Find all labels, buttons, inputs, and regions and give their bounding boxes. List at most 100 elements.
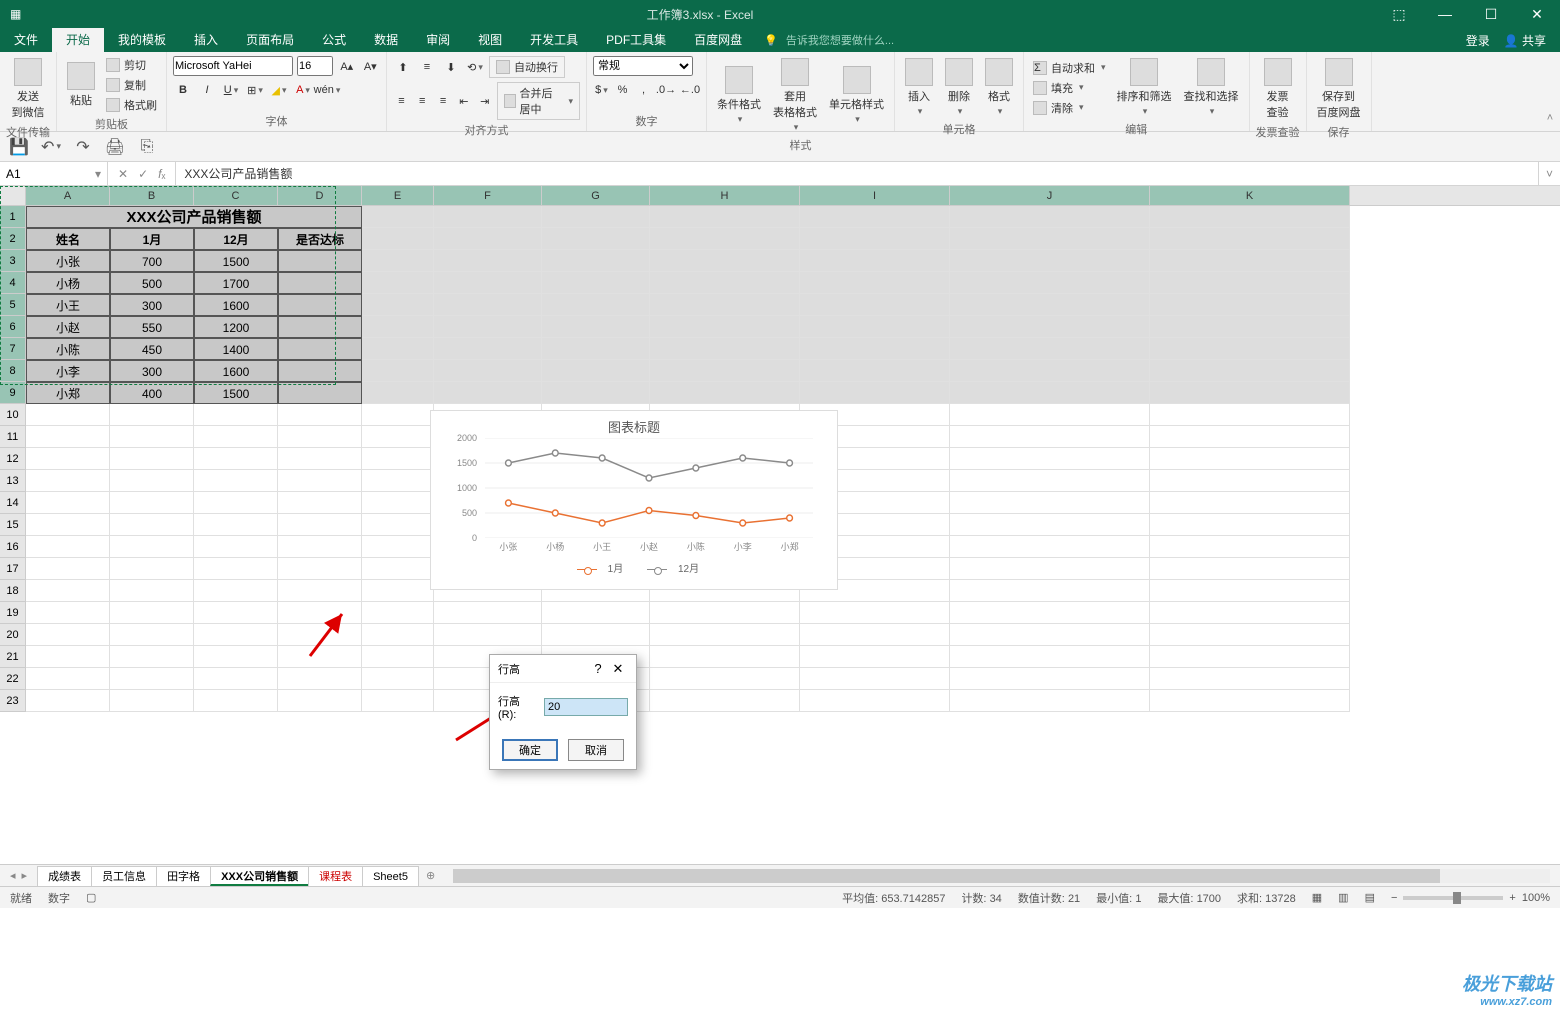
cell-D16[interactable]: [278, 536, 362, 558]
cell-J3[interactable]: [950, 250, 1150, 272]
cell-K3[interactable]: [1150, 250, 1350, 272]
column-headers[interactable]: ABCDEFGHIJK: [26, 186, 1560, 206]
cell-F2[interactable]: [434, 228, 542, 250]
col-header-F[interactable]: F: [434, 186, 542, 205]
cell-H23[interactable]: [650, 690, 800, 712]
row-header-20[interactable]: 20: [0, 624, 26, 646]
ribbon-tab-7[interactable]: 审阅: [412, 28, 464, 52]
sheet-nav-last[interactable]: ▸: [22, 869, 28, 882]
cell-A16[interactable]: [26, 536, 110, 558]
cell-B6[interactable]: 550: [110, 316, 194, 338]
dialog-help-button[interactable]: ?: [588, 661, 608, 676]
ribbon-tab-0[interactable]: 文件: [0, 28, 52, 52]
align-top-button[interactable]: ⬆: [393, 57, 413, 77]
bold-button[interactable]: B: [173, 80, 193, 100]
cell-A12[interactable]: [26, 448, 110, 470]
ribbon-tab-11[interactable]: 百度网盘: [680, 28, 756, 52]
close-button[interactable]: ✕: [1514, 0, 1560, 28]
qat-button-4[interactable]: 🖨: [106, 138, 124, 156]
cell-J10[interactable]: [950, 404, 1150, 426]
cell-B19[interactable]: [110, 602, 194, 624]
cell-K23[interactable]: [1150, 690, 1350, 712]
cell-K10[interactable]: [1150, 404, 1350, 426]
col-header-G[interactable]: G: [542, 186, 650, 205]
col-header-B[interactable]: B: [110, 186, 194, 205]
cell-C5[interactable]: 1600: [194, 294, 278, 316]
cell-J23[interactable]: [950, 690, 1150, 712]
cell-G2[interactable]: [542, 228, 650, 250]
cell-E12[interactable]: [362, 448, 434, 470]
cell-D15[interactable]: [278, 514, 362, 536]
cell-E19[interactable]: [362, 602, 434, 624]
row-height-input[interactable]: [544, 698, 628, 716]
cell-B23[interactable]: [110, 690, 194, 712]
save-button[interactable]: 💾: [10, 138, 28, 156]
increase-indent-button[interactable]: ⇥: [476, 91, 493, 111]
cell-E17[interactable]: [362, 558, 434, 580]
copy-button[interactable]: 复制: [103, 76, 160, 94]
add-sheet-button[interactable]: ⊕: [418, 869, 443, 882]
cell-F7[interactable]: [434, 338, 542, 360]
merge-center-button[interactable]: 合并后居中: [497, 82, 580, 120]
cell-J22[interactable]: [950, 668, 1150, 690]
cell-J5[interactable]: [950, 294, 1150, 316]
cell-J19[interactable]: [950, 602, 1150, 624]
col-header-D[interactable]: D: [278, 186, 362, 205]
cell-H8[interactable]: [650, 360, 800, 382]
cell-I23[interactable]: [800, 690, 950, 712]
cell-J7[interactable]: [950, 338, 1150, 360]
find-select-button[interactable]: 查找和选择: [1180, 56, 1243, 119]
row-header-13[interactable]: 13: [0, 470, 26, 492]
maximize-button[interactable]: ☐: [1468, 0, 1514, 28]
sheet-tab-0[interactable]: 成绩表: [37, 866, 92, 886]
cell-B13[interactable]: [110, 470, 194, 492]
cell-G8[interactable]: [542, 360, 650, 382]
cell-K21[interactable]: [1150, 646, 1350, 668]
cell-B21[interactable]: [110, 646, 194, 668]
cell-E14[interactable]: [362, 492, 434, 514]
select-all-corner[interactable]: [0, 186, 26, 206]
col-header-K[interactable]: K: [1150, 186, 1350, 205]
cell-E23[interactable]: [362, 690, 434, 712]
sheet-tab-5[interactable]: Sheet5: [362, 866, 419, 886]
cell-J8[interactable]: [950, 360, 1150, 382]
enter-formula-button[interactable]: ✓: [138, 167, 148, 181]
cell-B12[interactable]: [110, 448, 194, 470]
orientation-button[interactable]: ⟲: [465, 57, 485, 77]
cell-K20[interactable]: [1150, 624, 1350, 646]
cut-button[interactable]: 剪切: [103, 56, 160, 74]
cell-H7[interactable]: [650, 338, 800, 360]
insert-cells-button[interactable]: 插入: [901, 56, 937, 119]
cell-A22[interactable]: [26, 668, 110, 690]
cell-B2[interactable]: 1月: [110, 228, 194, 250]
font-size-select[interactable]: [297, 56, 333, 76]
row-header-9[interactable]: 9: [0, 382, 26, 404]
cell-styles-button[interactable]: 单元格样式: [825, 64, 888, 127]
cell-C9[interactable]: 1500: [194, 382, 278, 404]
cell-F3[interactable]: [434, 250, 542, 272]
cell-J1[interactable]: [950, 206, 1150, 228]
cell-J12[interactable]: [950, 448, 1150, 470]
cell-B8[interactable]: 300: [110, 360, 194, 382]
cell-E10[interactable]: [362, 404, 434, 426]
view-page-break-button[interactable]: ▤: [1365, 891, 1375, 904]
cell-K13[interactable]: [1150, 470, 1350, 492]
minimize-button[interactable]: —: [1422, 0, 1468, 28]
cell-A4[interactable]: 小杨: [26, 272, 110, 294]
wrap-text-button[interactable]: 自动换行: [489, 56, 565, 78]
cell-J9[interactable]: [950, 382, 1150, 404]
percent-button[interactable]: %: [614, 80, 631, 100]
ribbon-tab-10[interactable]: PDF工具集: [592, 28, 680, 52]
col-header-C[interactable]: C: [194, 186, 278, 205]
cell-J13[interactable]: [950, 470, 1150, 492]
cell-A11[interactable]: [26, 426, 110, 448]
zoom-level[interactable]: 100%: [1522, 892, 1550, 904]
cell-D20[interactable]: [278, 624, 362, 646]
cell-H4[interactable]: [650, 272, 800, 294]
cell-K12[interactable]: [1150, 448, 1350, 470]
cell-K15[interactable]: [1150, 514, 1350, 536]
cell-E6[interactable]: [362, 316, 434, 338]
login-button[interactable]: 登录: [1466, 32, 1490, 49]
cell-G3[interactable]: [542, 250, 650, 272]
cell-J2[interactable]: [950, 228, 1150, 250]
